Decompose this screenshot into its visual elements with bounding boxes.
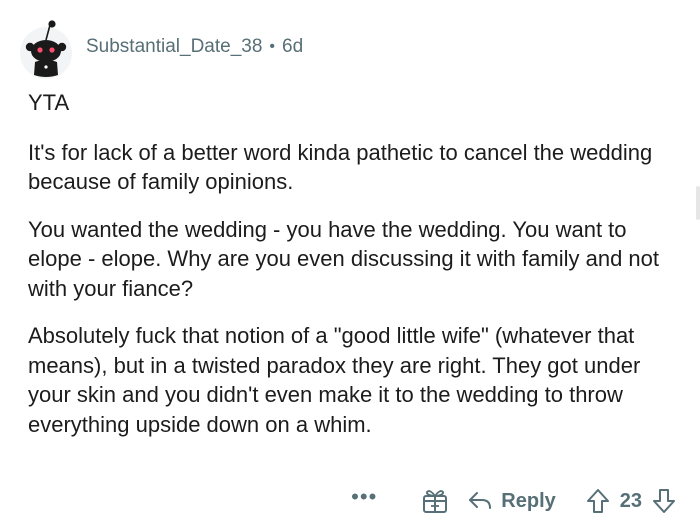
avatar[interactable] (20, 19, 72, 79)
vote-count: 23 (619, 489, 642, 512)
reply-button[interactable]: Reply (467, 489, 556, 513)
comment-paragraph: It's for lack of a better word kinda pat… (28, 139, 653, 195)
comment-actions: ••• Reply 23 (351, 484, 676, 518)
author-username[interactable]: Substantial_Date_38 (86, 36, 262, 58)
award-icon[interactable] (421, 487, 449, 515)
comment-paragraph: You wanted the wedding - you have the we… (28, 216, 659, 301)
comment-header: Substantial_Date_38 • 6d (20, 14, 303, 79)
upvote-arrow-icon[interactable] (586, 488, 610, 514)
vote-controls: 23 (586, 488, 676, 514)
comment-paragraph: Absolutely fuck that notion of a "good l… (28, 323, 641, 437)
comment-meta: Substantial_Date_38 • 6d (86, 36, 303, 58)
more-options-icon[interactable]: ••• (351, 486, 377, 508)
reply-label: Reply (501, 489, 556, 512)
comment-body: YTA It's for lack of a better word kinda… (28, 88, 668, 457)
reply-arrow-icon (469, 492, 492, 509)
downvote-arrow-icon[interactable] (652, 488, 676, 514)
snoo-avatar-icon (20, 20, 72, 79)
scrollbar[interactable] (696, 186, 700, 220)
comment-age: 6d (282, 36, 304, 57)
comment-card: Substantial_Date_38 • 6d YTA It's for la… (0, 0, 700, 531)
meta-separator: • (269, 38, 276, 55)
comment-paragraph: YTA (28, 90, 70, 115)
